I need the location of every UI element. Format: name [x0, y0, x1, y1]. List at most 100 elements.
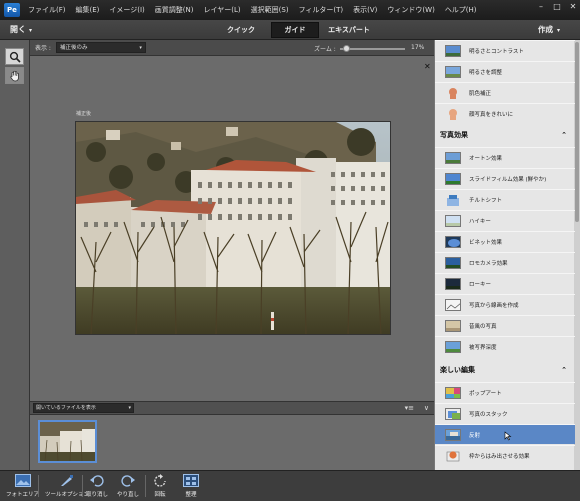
panel-item[interactable]: オートン効果 — [435, 147, 575, 167]
divider — [38, 475, 39, 497]
mode-bar: 開く ▾ クイック ガイド エキスパート 作成 ▾ — [0, 20, 580, 40]
town-photo — [76, 122, 390, 334]
menu-view[interactable]: 表示(V) — [353, 5, 377, 15]
low-key-icon — [445, 277, 461, 290]
panel-item-label: 昔風の写真 — [469, 323, 497, 330]
tab-quick[interactable]: クイック — [217, 22, 265, 38]
pop-art-icon — [445, 386, 461, 399]
thumbnail-image — [40, 422, 95, 461]
panel-item[interactable]: ポップアート — [435, 382, 575, 402]
chevron-up-icon: ⌃ — [561, 366, 567, 374]
zoom-slider-knob[interactable] — [343, 45, 350, 52]
photo-thumbnail[interactable] — [38, 420, 97, 463]
menu-window[interactable]: ウィンドウ(W) — [387, 5, 434, 15]
zoom-slider[interactable] — [340, 45, 405, 52]
menu-layer[interactable]: レイヤー(L) — [203, 5, 240, 15]
panel-item[interactable]: 枠からはみ出させる効果 — [435, 445, 575, 465]
menu-edit[interactable]: 編集(E) — [76, 5, 100, 15]
panel-item[interactable]: ハイキー — [435, 210, 575, 230]
section-header-photo-effects[interactable]: 写真効果 ⌃ — [435, 128, 575, 142]
photo-bin-button[interactable]: フォトエリア — [6, 473, 39, 498]
chevron-down-icon: ▾ — [139, 45, 142, 51]
panel-item[interactable]: 明るさを調整 — [435, 61, 575, 81]
menu-filter[interactable]: フィルター(T) — [299, 5, 344, 15]
bottom-button-label: 取り消し — [86, 492, 109, 498]
divider — [82, 475, 83, 497]
panel-item[interactable]: ロモカメラ効果 — [435, 252, 575, 272]
create-label: 作成 — [537, 25, 553, 34]
undo-icon — [89, 473, 105, 487]
window-controls: – □ ✕ — [536, 2, 578, 11]
zoom-value: 17% — [411, 44, 425, 51]
panel-item[interactable]: 昔風の写真 — [435, 315, 575, 335]
app-icon: Pe — [4, 3, 20, 17]
panel-item-label: 顔写真をきれいに — [469, 111, 514, 118]
tab-expert[interactable]: エキスパート — [325, 22, 373, 38]
view-label: 表示 : — [35, 45, 51, 52]
menu-file[interactable]: ファイル(F) — [28, 5, 66, 15]
open-button[interactable]: 開く ▾ — [10, 24, 32, 35]
redo-button[interactable]: やり直し — [117, 473, 139, 498]
panel-item[interactable]: 顔写真をきれいに — [435, 103, 575, 123]
reflection-icon — [445, 428, 461, 441]
menu-select[interactable]: 選択範囲(S) — [251, 5, 289, 15]
rotate-button[interactable]: 回転 — [152, 473, 168, 498]
panel-item[interactable]: スライドフィルム効果 (鮮やか) — [435, 168, 575, 188]
magnifier-icon — [9, 51, 21, 63]
panel-item-label: スライドフィルム効果 (鮮やか) — [469, 176, 547, 183]
menu-icon[interactable]: ▾≡ — [405, 404, 414, 412]
close-window-button[interactable]: ✕ — [568, 2, 578, 11]
panel-item[interactable]: 被写界深度 — [435, 336, 575, 356]
tab-guided[interactable]: ガイド — [271, 22, 319, 38]
panel-scrollbar-thumb[interactable] — [575, 42, 579, 222]
bottom-button-label: やり直し — [117, 492, 140, 498]
panel-item-label: 肌色補正 — [469, 90, 492, 97]
canvas-area: 表示 : 補正後のみ ▾ ズーム : 17% ✕ 補正後 開いているファイルを表… — [30, 40, 434, 470]
rotate-icon — [152, 473, 168, 487]
close-icon[interactable]: ✕ — [424, 62, 431, 71]
panel-item[interactable]: 明るさとコントラスト — [435, 40, 575, 60]
panel-item[interactable]: 写真から線画を作成 — [435, 294, 575, 314]
mouse-pointer-icon — [504, 431, 512, 441]
orton-effect-icon — [445, 151, 461, 164]
hand-icon — [9, 70, 19, 81]
minimize-button[interactable]: – — [536, 2, 546, 11]
bottom-button-label: フォトエリア — [6, 492, 40, 498]
zoom-tool-button[interactable] — [5, 48, 24, 65]
panel-item-label: 反射 — [469, 432, 481, 439]
chevron-down-icon[interactable]: ∨ — [424, 404, 429, 412]
guided-panel: 明るさとコントラスト 明るさを調整 肌色補正 顔写真をきれいに 写真効果 ⌃ オ… — [434, 40, 580, 470]
panel-item[interactable]: ローキー — [435, 273, 575, 293]
brightness-contrast-icon — [445, 44, 461, 57]
view-select[interactable]: 補正後のみ ▾ — [55, 42, 146, 53]
panel-item-label: ロモカメラ効果 — [469, 260, 508, 267]
hand-tool-button[interactable] — [5, 67, 24, 84]
photo-bin — [30, 415, 434, 470]
menu-enhance[interactable]: 画質調整(N) — [155, 5, 194, 15]
bottom-button-label: 整理 — [185, 492, 197, 498]
panel-item-selected[interactable]: 反射 — [435, 424, 575, 444]
photo-bin-select[interactable]: 開いているファイルを表示 ▾ — [33, 403, 134, 413]
maximize-button[interactable]: □ — [552, 2, 562, 11]
undo-button[interactable]: 取り消し — [86, 473, 108, 498]
photo-title: 補正後 — [76, 111, 92, 117]
organize-icon — [183, 473, 199, 487]
organize-button[interactable]: 整理 — [183, 473, 199, 498]
depth-of-field-icon — [445, 340, 461, 353]
slide-film-icon — [445, 172, 461, 185]
menu-image[interactable]: イメージ(I) — [109, 5, 144, 15]
vignette-icon — [445, 235, 461, 248]
zoom-label: ズーム : — [314, 46, 336, 53]
create-button[interactable]: 作成 ▾ — [538, 24, 560, 35]
tilt-shift-icon — [445, 194, 461, 206]
menu-help[interactable]: ヘルプ(H) — [445, 5, 477, 15]
panel-item[interactable]: 写真のスタック — [435, 403, 575, 423]
photo-canvas[interactable] — [75, 121, 391, 335]
section-header-fun-edits[interactable]: 楽しい編集 ⌃ — [435, 363, 575, 377]
panel-item[interactable]: 肌色補正 — [435, 82, 575, 102]
panel-item[interactable]: チルトシフト — [435, 189, 575, 209]
view-select-value: 補正後のみ — [59, 45, 88, 51]
tool-options-bar: 表示 : 補正後のみ ▾ ズーム : 17% — [30, 40, 434, 56]
panel-item-label: ポップアート — [469, 390, 502, 397]
panel-item[interactable]: ビネット効果 — [435, 231, 575, 251]
